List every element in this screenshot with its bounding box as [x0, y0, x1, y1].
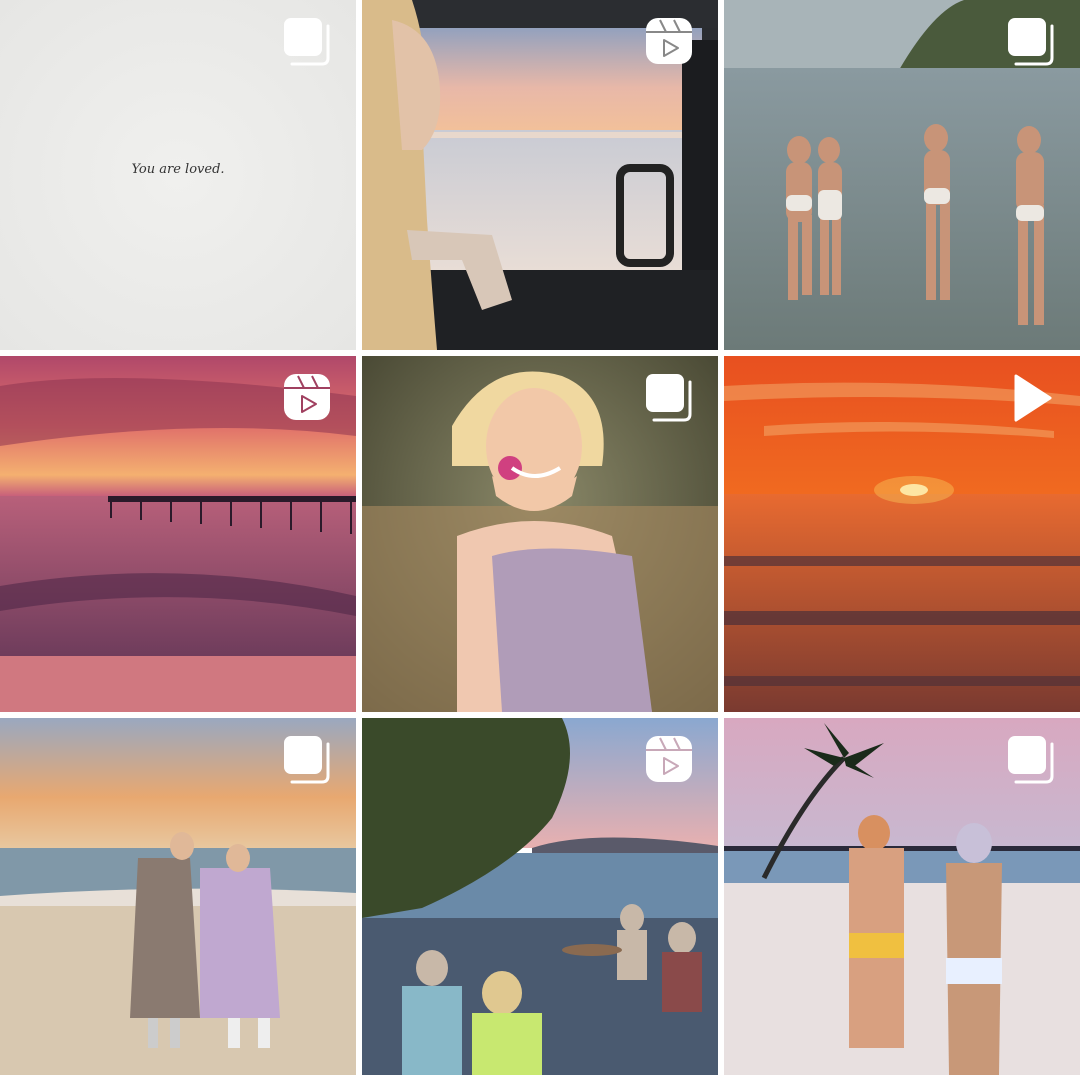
carousel-icon [1006, 734, 1056, 786]
carousel-icon [1006, 16, 1056, 68]
post-tile-9[interactable] [724, 718, 1080, 1075]
post-tile-7[interactable] [0, 718, 356, 1075]
post-tile-3[interactable] [724, 0, 1080, 350]
post-caption-text: You are loved. [131, 162, 225, 177]
post-tile-1[interactable]: You are loved. [0, 0, 356, 350]
post-tile-4[interactable] [0, 356, 356, 712]
post-tile-6[interactable] [724, 356, 1080, 712]
reel-icon [282, 372, 332, 424]
post-tile-2[interactable] [362, 0, 718, 350]
reel-icon [644, 734, 694, 786]
post-grid: You are loved. [0, 0, 1080, 1075]
play-icon [1006, 372, 1056, 424]
carousel-icon [644, 372, 694, 424]
carousel-icon [282, 734, 332, 786]
post-tile-8[interactable] [362, 718, 718, 1075]
reel-icon [644, 16, 694, 68]
post-tile-5[interactable] [362, 356, 718, 712]
carousel-icon [282, 16, 332, 68]
